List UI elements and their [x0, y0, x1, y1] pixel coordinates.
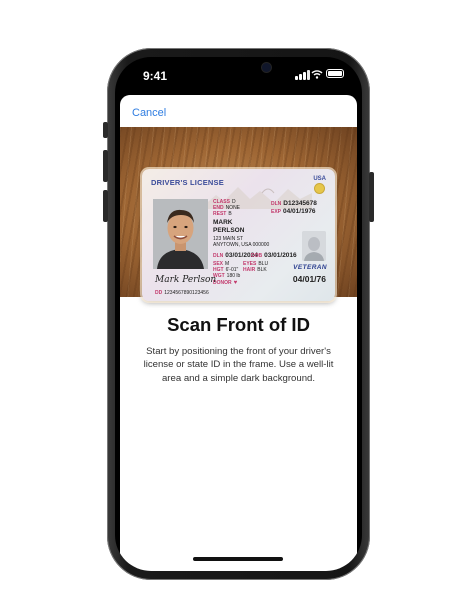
license-hair-field: HAIR BLK: [243, 267, 267, 273]
person-portrait-icon: [153, 199, 208, 269]
battery-icon: [326, 69, 344, 78]
camera-viewfinder: DRIVER'S LICENSE USA CLASS D END NONE RE…: [120, 127, 357, 301]
person-ghost-icon: [302, 231, 326, 261]
license-ghost-photo: [302, 231, 326, 261]
status-icons: [295, 68, 345, 80]
status-time: 9:41: [143, 69, 168, 83]
scan-id-sheet: Cancel DRIVER'S LICENSE USA CLASS D END …: [120, 95, 357, 571]
license-dob-field: DOB 03/01/2016: [251, 252, 297, 259]
license-dob-large: 04/01/76: [292, 274, 326, 284]
license-address-line2: ANYTOWN, USA 000000: [213, 242, 270, 248]
cancel-button[interactable]: Cancel: [132, 107, 166, 119]
donor-heart-icon: ♥: [233, 280, 238, 286]
license-number-field: DLN D12345678: [271, 200, 317, 207]
license-rest-field: REST B: [213, 211, 232, 217]
license-veteran-label: VETERAN: [293, 264, 327, 271]
status-bar: 9:41: [115, 57, 362, 91]
license-seal-icon: [315, 184, 324, 193]
license-first-name: MARK: [213, 219, 233, 226]
volume-down-button: [103, 190, 108, 222]
notch: [185, 57, 292, 79]
wifi-icon: [311, 70, 323, 79]
license-signature: Mark Perlson: [155, 275, 217, 285]
license-last-name: PERLSON: [213, 227, 245, 234]
license-photo: [153, 199, 208, 269]
license-dd-field: DD 1234567890123456: [155, 290, 209, 296]
license-expiry-field: EXP 04/01/1976: [271, 208, 316, 215]
phone-screen: 9:41 Cancel DRIVER'S LICENSE USA CLASS D…: [115, 57, 362, 571]
instructions-text: Start by positioning the front of your d…: [143, 346, 334, 384]
license-weight-field: WGT 180 lb: [213, 273, 241, 279]
home-indicator[interactable]: [193, 557, 283, 561]
volume-up-button: [103, 150, 108, 182]
front-camera: [262, 63, 271, 72]
page-title: Scan Front of ID: [167, 314, 310, 335]
mute-switch: [103, 122, 108, 138]
drivers-license-card: DRIVER'S LICENSE USA CLASS D END NONE RE…: [142, 169, 335, 301]
license-donor-field: DONOR ♥: [213, 280, 238, 286]
license-country: USA: [313, 176, 326, 182]
side-button: [369, 172, 374, 222]
